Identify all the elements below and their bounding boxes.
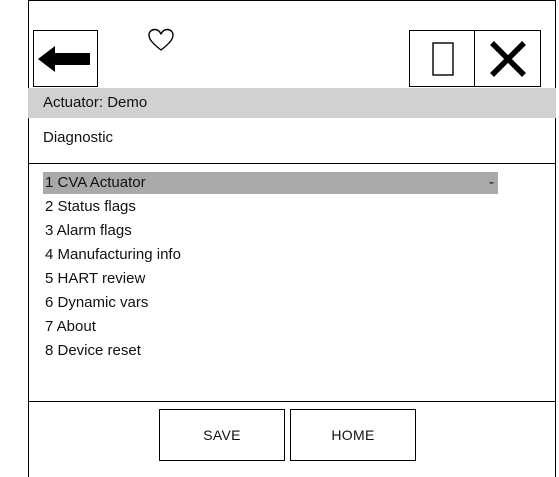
menu-item-status-flags[interactable]: 2 Status flags <box>43 196 498 218</box>
menu-item-manufacturing-info[interactable]: 4 Manufacturing info <box>43 244 498 266</box>
menu-item-device-reset[interactable]: 8 Device reset <box>43 340 498 362</box>
menu-item-label: 4 Manufacturing info <box>45 246 181 263</box>
heart-outline-icon[interactable] <box>148 28 174 52</box>
menu-subtitle: Diagnostic <box>43 129 114 146</box>
menu-item-marker: - <box>489 174 494 191</box>
window-button[interactable] <box>409 30 476 87</box>
menu-item-label: 2 Status flags <box>45 198 136 215</box>
close-button[interactable] <box>474 30 541 87</box>
close-x-icon <box>489 40 526 77</box>
menu-item-label: 6 Dynamic vars <box>45 294 149 311</box>
menu-item-dynamic-vars[interactable]: 6 Dynamic vars <box>43 292 498 314</box>
menu-item-label: 1 CVA Actuator <box>45 174 146 191</box>
page-title: Actuator: Demo <box>43 94 148 111</box>
menu-item-alarm-flags[interactable]: 3 Alarm flags <box>43 220 498 242</box>
page-title-bar: Actuator: Demo <box>28 88 556 118</box>
menu-item-hart-review[interactable]: 5 HART review <box>43 268 498 290</box>
menu-item-label: 5 HART review <box>45 270 146 287</box>
back-button[interactable] <box>33 30 98 87</box>
window-icon <box>431 41 454 76</box>
save-button[interactable]: SAVE <box>159 409 285 461</box>
menu-item-label: 7 About <box>45 318 96 335</box>
menu-list: 1 CVA Actuator - 2 Status flags 3 Alarm … <box>28 163 556 402</box>
home-button[interactable]: HOME <box>290 409 416 461</box>
left-arrow-icon <box>37 45 90 72</box>
menu-item-label: 3 Alarm flags <box>45 222 132 239</box>
menu-item-cva-actuator[interactable]: 1 CVA Actuator - <box>43 172 498 194</box>
menu-item-label: 8 Device reset <box>45 342 141 359</box>
menu-item-about[interactable]: 7 About <box>43 316 498 338</box>
